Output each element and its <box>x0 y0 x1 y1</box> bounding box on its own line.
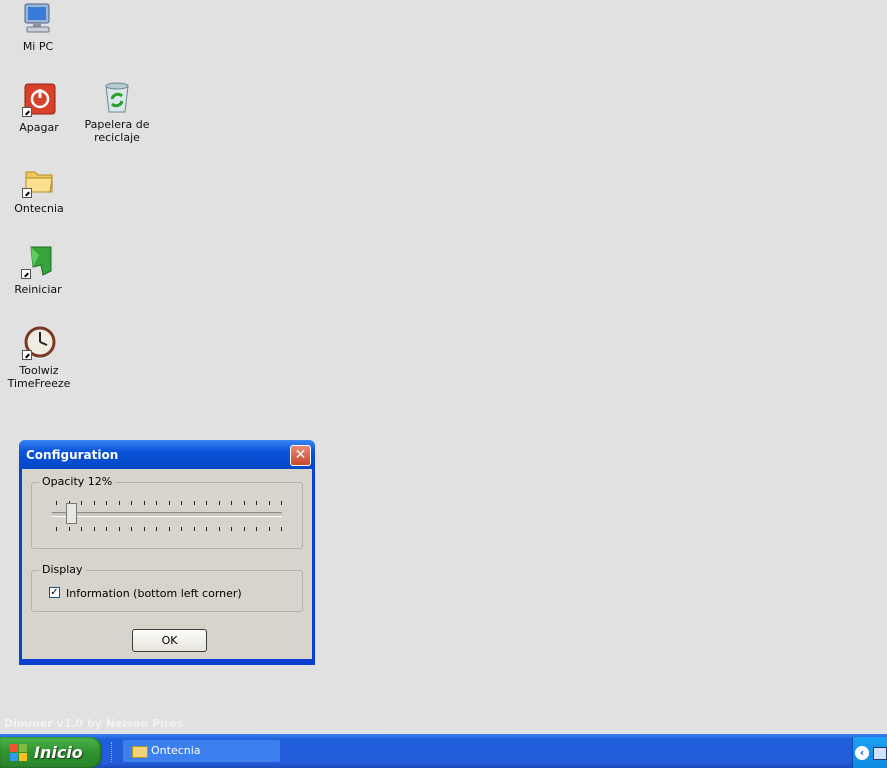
opacity-label: Opacity 12% <box>39 475 116 488</box>
folder-icon <box>22 164 56 198</box>
opacity-group: Opacity 12% <box>31 475 303 549</box>
taskbar-grip[interactable] <box>111 742 115 762</box>
desktop-icon-label: Toolwiz TimeFreeze <box>7 364 71 390</box>
network-icon[interactable] <box>873 747 887 760</box>
desktop-icon-label: Ontecnia <box>14 202 64 215</box>
close-button[interactable]: ✕ <box>290 445 311 466</box>
dialog-titlebar[interactable]: Configuration ✕ <box>19 440 315 469</box>
desktop-icon-label: Mi PC <box>22 40 54 53</box>
shortcut-arrow-icon <box>22 107 32 117</box>
taskbar-button-ontecnia[interactable]: Ontecnia <box>122 739 281 763</box>
desktop-icon-label: Reiniciar <box>14 283 62 296</box>
app-watermark: Dimmer v1.0 by Nelson Pires <box>4 717 184 730</box>
desktop-icon-ontecnia[interactable]: Ontecnia <box>1 164 77 215</box>
desktop: Mi PC Apagar Papelera de reciclaje Ontec… <box>0 0 887 734</box>
tray-expand-icon[interactable]: ‹ <box>855 746 869 760</box>
shortcut-arrow-icon <box>22 188 32 198</box>
dialog-body: Opacity 12% Display ✓ Information (botto… <box>22 469 312 659</box>
taskbar: Inicio Ontecnia ‹ <box>0 734 887 768</box>
power-icon <box>22 83 56 117</box>
opacity-slider-track[interactable] <box>52 512 282 517</box>
desktop-icon-toolwiz[interactable]: Toolwiz TimeFreeze <box>1 326 77 390</box>
ok-button[interactable]: OK <box>132 629 207 652</box>
dialog-title: Configuration <box>26 448 119 462</box>
close-icon: ✕ <box>294 447 307 463</box>
display-group: Display ✓ Information (bottom left corne… <box>31 563 303 612</box>
system-tray: ‹ <box>852 737 887 768</box>
start-button[interactable]: Inicio <box>0 737 102 768</box>
desktop-icon-recycle-bin[interactable]: Papelera de reciclaje <box>79 80 155 144</box>
recycle-bin-icon <box>100 80 134 114</box>
restart-icon <box>21 245 55 279</box>
computer-icon <box>21 2 55 36</box>
slider-ticks-bottom <box>56 527 282 531</box>
start-label: Inicio <box>34 743 83 762</box>
shortcut-arrow-icon <box>21 269 31 279</box>
opacity-slider-thumb[interactable] <box>66 503 78 524</box>
desktop-icon-mi-pc[interactable]: Mi PC <box>0 2 76 53</box>
check-icon: ✓ <box>50 587 59 598</box>
info-checkbox-label[interactable]: Information (bottom left corner) <box>66 587 242 600</box>
desktop-icon-label: Papelera de reciclaje <box>84 118 150 144</box>
display-label: Display <box>39 563 86 576</box>
desktop-icon-apagar[interactable]: Apagar <box>1 83 77 134</box>
desktop-icon-label: Apagar <box>19 121 59 134</box>
configuration-dialog: Configuration ✕ Opacity 12% Display ✓ In… <box>19 440 315 665</box>
taskbar-button-label: Ontecnia <box>151 744 201 757</box>
clock-icon <box>22 326 56 360</box>
desktop-icon-reiniciar[interactable]: Reiniciar <box>0 245 76 296</box>
slider-ticks-top <box>56 501 282 505</box>
shortcut-arrow-icon <box>22 350 32 360</box>
windows-logo-icon <box>10 744 28 762</box>
folder-icon <box>132 746 148 758</box>
info-checkbox[interactable]: ✓ <box>49 587 60 598</box>
